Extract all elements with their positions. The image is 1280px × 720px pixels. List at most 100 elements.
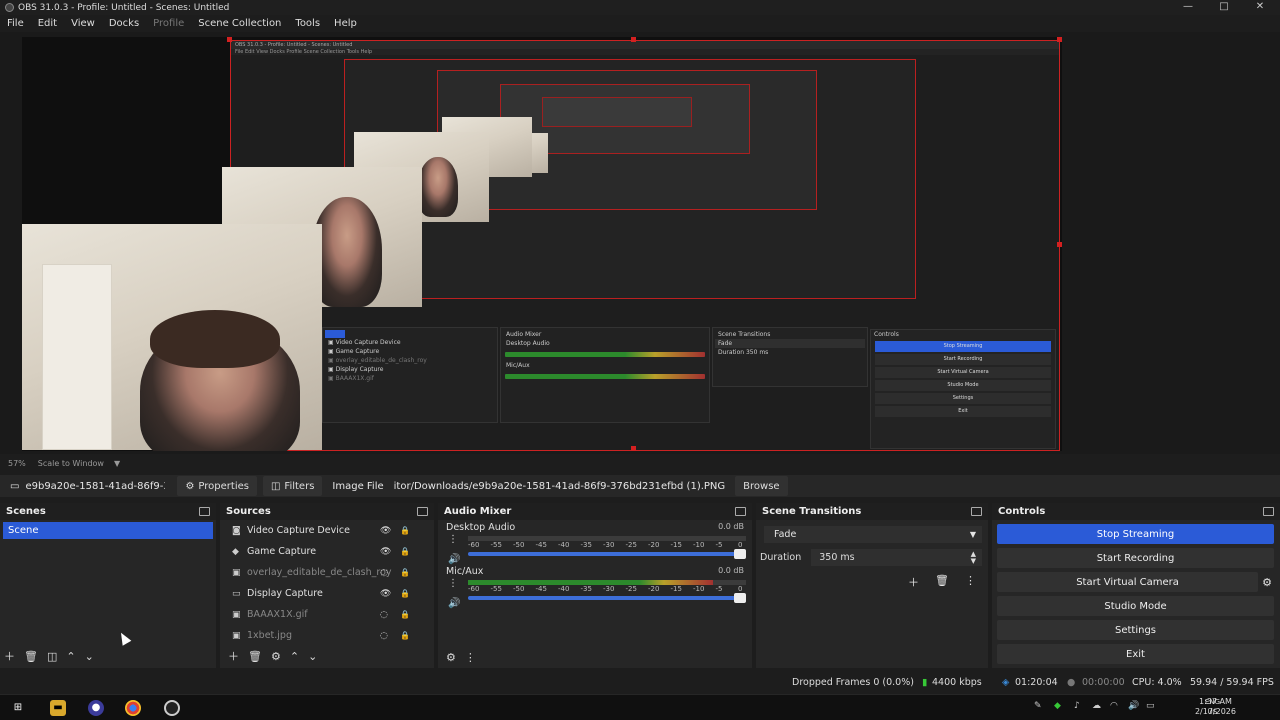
remove-scene-icon[interactable]: 🗑 bbox=[24, 650, 38, 663]
resize-handle-top-right[interactable] bbox=[1057, 37, 1062, 42]
windows-start-icon[interactable]: ⊞ bbox=[10, 700, 26, 716]
add-source-icon[interactable]: ＋ bbox=[228, 648, 239, 664]
lock-icon[interactable]: 🔒 bbox=[400, 610, 410, 619]
gear-icon[interactable]: ⚙ bbox=[446, 651, 456, 664]
move-down-icon[interactable]: ⌄ bbox=[85, 650, 94, 663]
studio-mode-button[interactable]: Studio Mode bbox=[997, 596, 1274, 616]
nested-title: OBS 31.0.3 - Profile: Untitled - Scenes:… bbox=[231, 41, 1059, 49]
network-icon[interactable]: ☁ bbox=[1092, 701, 1101, 711]
move-up-icon[interactable]: ⌃ bbox=[66, 650, 75, 663]
dock-undock-icon[interactable] bbox=[199, 507, 210, 516]
lock-icon[interactable]: 🔒 bbox=[400, 526, 410, 535]
maximize-button[interactable]: □ bbox=[1206, 0, 1242, 15]
scene-filters-icon[interactable]: ◫ bbox=[47, 650, 57, 663]
volume-knob[interactable] bbox=[734, 549, 746, 559]
eye-hidden-icon[interactable]: ◌ bbox=[380, 631, 388, 641]
controls-title: Controls bbox=[998, 506, 1046, 517]
resize-handle-top-left[interactable] bbox=[227, 37, 232, 42]
dock-undock-icon[interactable] bbox=[417, 507, 428, 516]
resize-handle-bottom[interactable] bbox=[631, 446, 636, 451]
filters-button[interactable]: ◫ Filters bbox=[262, 476, 323, 496]
move-up-icon[interactable]: ⌃ bbox=[290, 650, 299, 663]
dock-undock-icon[interactable] bbox=[1263, 507, 1274, 516]
gear-icon[interactable]: ⚙ bbox=[1262, 576, 1272, 589]
remove-source-icon[interactable]: 🗑 bbox=[248, 650, 262, 663]
lock-icon[interactable]: 🔒 bbox=[400, 589, 410, 598]
app-icon[interactable]: ● bbox=[88, 700, 104, 716]
source-item[interactable]: ▭ Display Capture 👁 🔒 bbox=[220, 583, 434, 604]
kebab-menu-icon[interactable]: ⋮ bbox=[465, 651, 476, 664]
nested-menu: File Edit View Docks Profile Scene Colle… bbox=[231, 49, 1059, 55]
menu-help[interactable]: Help bbox=[327, 18, 364, 29]
eye-hidden-icon[interactable]: ◌ bbox=[380, 610, 388, 620]
monitor-icon: ▭ bbox=[232, 588, 241, 599]
lock-icon[interactable]: 🔒 bbox=[400, 568, 410, 577]
source-item[interactable]: ▣ 1xbet.jpg ◌ 🔒 bbox=[220, 625, 434, 646]
add-scene-icon[interactable]: ＋ bbox=[4, 648, 15, 664]
menu-view[interactable]: View bbox=[64, 18, 102, 29]
dock-undock-icon[interactable] bbox=[735, 507, 746, 516]
duration-spinbox[interactable]: 350 ms ▲ ▼ bbox=[811, 549, 982, 566]
stop-streaming-button[interactable]: Stop Streaming bbox=[997, 524, 1274, 544]
menu-tools[interactable]: Tools bbox=[288, 18, 327, 29]
exit-button[interactable]: Exit bbox=[997, 644, 1274, 664]
source-item[interactable]: ▣ BAAAX1X.gif ◌ 🔒 bbox=[220, 604, 434, 625]
settings-button[interactable]: Settings bbox=[997, 620, 1274, 640]
menu-scene-collection[interactable]: Scene Collection bbox=[191, 18, 288, 29]
pen-icon[interactable]: ✎ bbox=[1034, 701, 1042, 711]
battery-icon[interactable]: ▭ bbox=[1146, 701, 1155, 711]
resize-handle-right[interactable] bbox=[1057, 242, 1062, 247]
transition-select[interactable]: Fade ▼ bbox=[764, 526, 982, 543]
properties-button[interactable]: ⚙ Properties bbox=[177, 476, 257, 496]
duration-value: 350 ms bbox=[819, 552, 855, 563]
eye-icon[interactable]: 👁 bbox=[380, 589, 391, 599]
move-down-icon[interactable]: ⌄ bbox=[308, 650, 317, 663]
duration-label: Duration bbox=[760, 552, 802, 563]
mic-icon[interactable]: ♪ bbox=[1074, 701, 1080, 711]
source-properties-icon[interactable]: ⚙ bbox=[271, 650, 281, 663]
eye-hidden-icon[interactable]: ◌ bbox=[380, 568, 388, 578]
source-item[interactable]: ◆ Game Capture 👁 🔒 bbox=[220, 541, 434, 562]
file-explorer-icon[interactable]: ▬ bbox=[50, 700, 66, 716]
tray-app-icon[interactable]: ◆ bbox=[1054, 701, 1061, 711]
volume-slider[interactable] bbox=[468, 549, 746, 559]
start-recording-button[interactable]: Start Recording bbox=[997, 548, 1274, 568]
chrome-icon[interactable] bbox=[125, 700, 141, 716]
kebab-menu-icon[interactable]: ⋮ bbox=[448, 534, 458, 545]
remove-transition-icon[interactable]: 🗑 bbox=[935, 574, 949, 590]
eye-icon[interactable]: 👁 bbox=[380, 526, 391, 536]
source-item[interactable]: ◙ Video Capture Device 👁 🔒 bbox=[220, 520, 434, 541]
resize-handle-top[interactable] bbox=[631, 37, 636, 42]
start-virtual-camera-button[interactable]: Start Virtual Camera bbox=[997, 572, 1259, 592]
lock-icon[interactable]: 🔒 bbox=[400, 631, 410, 640]
spin-arrows-icon[interactable]: ▲ ▼ bbox=[971, 550, 976, 565]
speaker-icon[interactable]: 🔊 bbox=[448, 598, 460, 609]
menu-file[interactable]: File bbox=[0, 18, 31, 29]
system-clock[interactable]: 1:37 AM 2/17/2026 bbox=[1195, 697, 1236, 717]
source-item[interactable]: ▣ overlay_editable_de_clash_royale ◌ 🔒 bbox=[220, 562, 434, 583]
volume-slider[interactable] bbox=[468, 593, 746, 603]
zoom-dropdown-icon[interactable]: ▼ bbox=[114, 459, 120, 468]
zoom-mode[interactable]: Scale to Window bbox=[38, 459, 104, 468]
volume-icon[interactable]: 🔊 bbox=[1128, 701, 1139, 711]
kebab-menu-icon[interactable]: ⋮ bbox=[448, 578, 458, 589]
scene-transitions-header: Scene Transitions bbox=[756, 503, 988, 520]
duration-row: Duration 350 ms ▲ ▼ bbox=[760, 549, 982, 566]
minimize-button[interactable]: — bbox=[1170, 0, 1206, 15]
kebab-menu-icon[interactable]: ⋮ bbox=[965, 574, 976, 590]
add-transition-icon[interactable]: ＋ bbox=[908, 574, 919, 590]
close-button[interactable]: ✕ bbox=[1242, 0, 1278, 15]
scene-item[interactable]: Scene bbox=[3, 522, 213, 539]
nested-scene-transitions: Scene Transitions Fade Duration 350 ms bbox=[712, 327, 868, 387]
eye-icon[interactable]: 👁 bbox=[380, 547, 391, 557]
wifi-icon[interactable]: ◠ bbox=[1110, 701, 1118, 711]
obs-taskbar-icon[interactable] bbox=[164, 700, 180, 716]
menu-profile[interactable]: Profile bbox=[146, 18, 191, 29]
lock-icon[interactable]: 🔒 bbox=[400, 547, 410, 556]
volume-knob[interactable] bbox=[734, 593, 746, 603]
browse-button[interactable]: Browse bbox=[735, 476, 788, 496]
dock-undock-icon[interactable] bbox=[971, 507, 982, 516]
menu-docks[interactable]: Docks bbox=[102, 18, 146, 29]
scene-preview-canvas[interactable]: OBS 31.0.3 - Profile: Untitled - Scenes:… bbox=[22, 37, 1062, 451]
menu-edit[interactable]: Edit bbox=[31, 18, 64, 29]
